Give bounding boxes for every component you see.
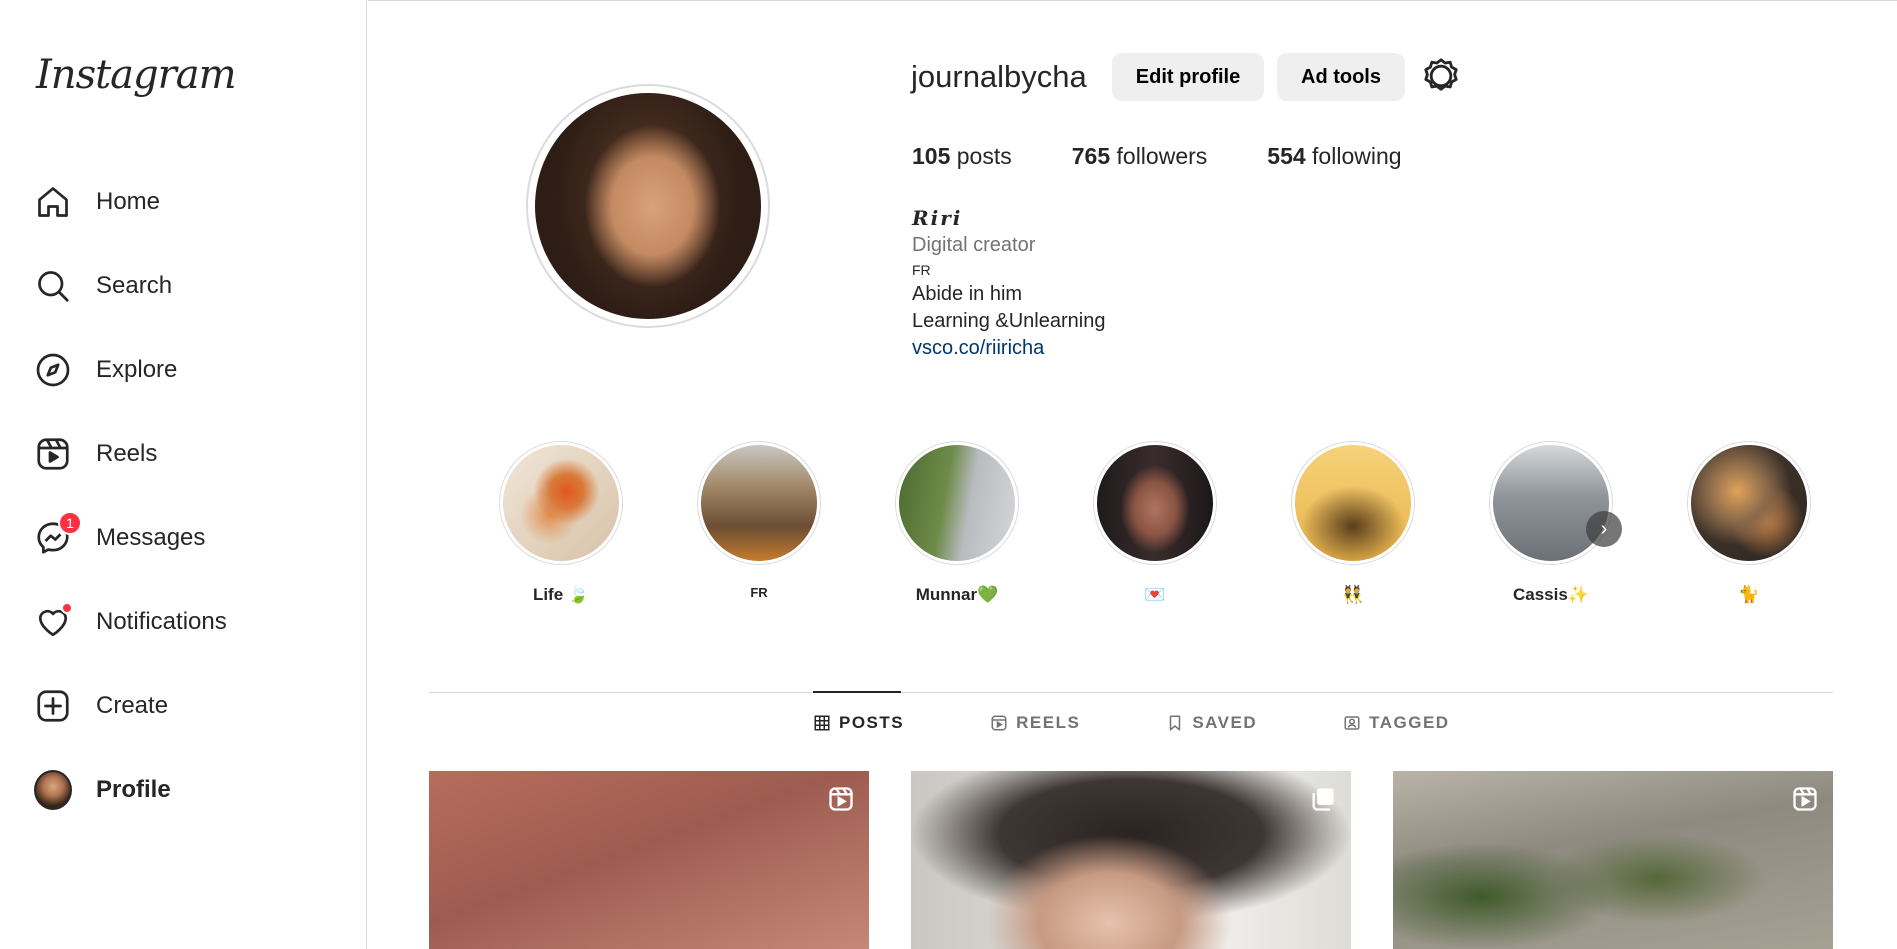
bio-line: FR <box>912 262 931 278</box>
notification-dot <box>61 602 73 614</box>
sidebar-item-profile[interactable]: Profile <box>24 748 354 832</box>
highlight-label: Life 🍃 <box>532 585 590 604</box>
followers-label: followers <box>1116 143 1208 169</box>
sidebar-item-search[interactable]: Search <box>24 244 354 328</box>
highlight-item[interactable]: 🐈 <box>1684 441 1814 605</box>
home-icon <box>34 183 72 221</box>
highlight-label: Munnar💚 <box>915 585 999 604</box>
highlight-label: 💌 <box>1144 585 1166 604</box>
profile-picture-ring[interactable] <box>526 84 770 328</box>
following-label: following <box>1312 143 1402 169</box>
highlight-cover <box>1691 445 1807 561</box>
highlight-item[interactable]: Munnar💚 <box>892 441 1022 605</box>
settings-gear-icon[interactable] <box>1422 57 1460 95</box>
profile-main: journalbycha Edit profile Ad tools 105 p… <box>368 0 1897 949</box>
posts-stat: 105 posts <box>912 143 1012 170</box>
profile-bio: 𝑹𝒊𝒓𝒊 Digital creator FR Abide in him Lea… <box>912 205 1105 362</box>
bookmark-icon <box>1170 715 1181 731</box>
sidebar-item-reels[interactable]: Reels <box>24 412 354 496</box>
nav-list: Home Search Explore Reels 1 Messages Not… <box>24 160 354 832</box>
avatar <box>34 770 72 810</box>
tab-posts[interactable]: POSTS <box>813 713 904 733</box>
tab-tagged[interactable]: TAGGED <box>1343 713 1449 733</box>
sidebar-item-label: Home <box>96 188 161 215</box>
posts-count: 105 <box>912 143 951 169</box>
highlight-item[interactable]: FR <box>694 441 824 600</box>
tabs-divider <box>429 692 1833 693</box>
reel-icon <box>1793 787 1817 811</box>
sidebar-item-label: Create <box>96 692 169 719</box>
profile-stats: 105 posts 765 followers 554 following <box>912 143 1462 170</box>
tab-label: SAVED <box>1192 713 1258 732</box>
bio-line: Learning &Unlearning <box>912 310 1106 332</box>
messages-badge: 1 <box>58 511 82 535</box>
sidebar-item-label: Profile <box>96 776 171 803</box>
reels-icon <box>34 435 72 473</box>
highlight-label: 👯 <box>1342 585 1364 604</box>
plus-square-icon <box>34 687 72 725</box>
grid-icon <box>814 715 830 731</box>
post-tile[interactable] <box>429 771 869 949</box>
highlight-item[interactable]: 💌 <box>1090 441 1220 605</box>
followers-count: 765 <box>1071 143 1111 169</box>
sidebar-item-label: Notifications <box>96 608 227 635</box>
compass-icon <box>34 351 72 389</box>
reels-icon <box>991 715 1007 731</box>
story-highlights: Life 🍃 FR Munnar💚 💌 👯 Cassis✨ 🐈 <box>496 441 1811 611</box>
following-stat[interactable]: 554 following <box>1267 143 1401 170</box>
reel-icon <box>829 787 853 811</box>
profile-picture <box>535 93 761 319</box>
sidebar-item-create[interactable]: Create <box>24 664 354 748</box>
profile-username: journalbycha <box>911 59 1087 94</box>
sidebar-item-messages[interactable]: 1 Messages <box>24 496 354 580</box>
highlight-cover <box>1493 445 1609 561</box>
sidebar-item-label: Explore <box>96 356 178 383</box>
highlight-cover <box>701 445 817 561</box>
following-count: 554 <box>1267 143 1306 169</box>
bio-name: 𝑹𝒊𝒓𝒊 <box>912 206 963 230</box>
sidebar-item-notifications[interactable]: Notifications <box>24 580 354 664</box>
highlight-item[interactable]: Life 🍃 <box>496 441 626 605</box>
tab-label: POSTS <box>839 713 905 732</box>
tab-label: TAGGED <box>1369 713 1450 732</box>
posts-grid <box>429 771 1875 949</box>
post-tile[interactable] <box>911 771 1351 949</box>
tab-saved[interactable]: SAVED <box>1166 713 1257 733</box>
highlight-label: Cassis✨ <box>1513 585 1589 604</box>
ad-tools-button[interactable]: Ad tools <box>1277 53 1405 101</box>
highlight-cover <box>1295 445 1411 561</box>
tagged-icon <box>1344 716 1360 730</box>
highlight-item[interactable]: 👯 <box>1288 441 1418 605</box>
posts-label: posts <box>956 143 1012 169</box>
profile-tabs: POSTS REELS SAVED TAGGED <box>813 713 1536 733</box>
sidebar-item-label: Messages <box>96 524 206 551</box>
sidebar-item-home[interactable]: Home <box>24 160 354 244</box>
tab-label: REELS <box>1016 713 1081 732</box>
followers-stat[interactable]: 765 followers <box>1072 143 1208 170</box>
highlight-cover <box>899 445 1015 561</box>
heart-icon <box>34 602 73 641</box>
post-tile[interactable] <box>1393 771 1833 949</box>
bio-link[interactable]: vsco.co/riiricha <box>912 337 1044 359</box>
highlight-label: FR <box>750 585 768 600</box>
highlight-cover <box>1097 445 1213 561</box>
search-icon <box>34 267 72 305</box>
messenger-icon: 1 <box>34 511 82 557</box>
highlight-label: 🐈 <box>1738 585 1760 604</box>
sidebar-item-label: Search <box>96 272 173 299</box>
sidebar-item-label: Reels <box>96 440 158 467</box>
highlights-next-button[interactable]: › <box>1586 511 1622 547</box>
tab-reels[interactable]: REELS <box>990 713 1080 733</box>
carousel-icon <box>1312 788 1334 811</box>
sidebar: Instagram Home Search Explore Reels 1 Me… <box>0 0 367 949</box>
edit-profile-button[interactable]: Edit profile <box>1112 53 1264 101</box>
instagram-logo[interactable]: Instagram <box>36 52 237 98</box>
active-tab-indicator <box>813 691 901 693</box>
bio-category: Digital creator <box>912 234 1036 256</box>
bio-line: Abide in him <box>912 283 1023 305</box>
highlight-cover <box>503 445 619 561</box>
sidebar-item-explore[interactable]: Explore <box>24 328 354 412</box>
